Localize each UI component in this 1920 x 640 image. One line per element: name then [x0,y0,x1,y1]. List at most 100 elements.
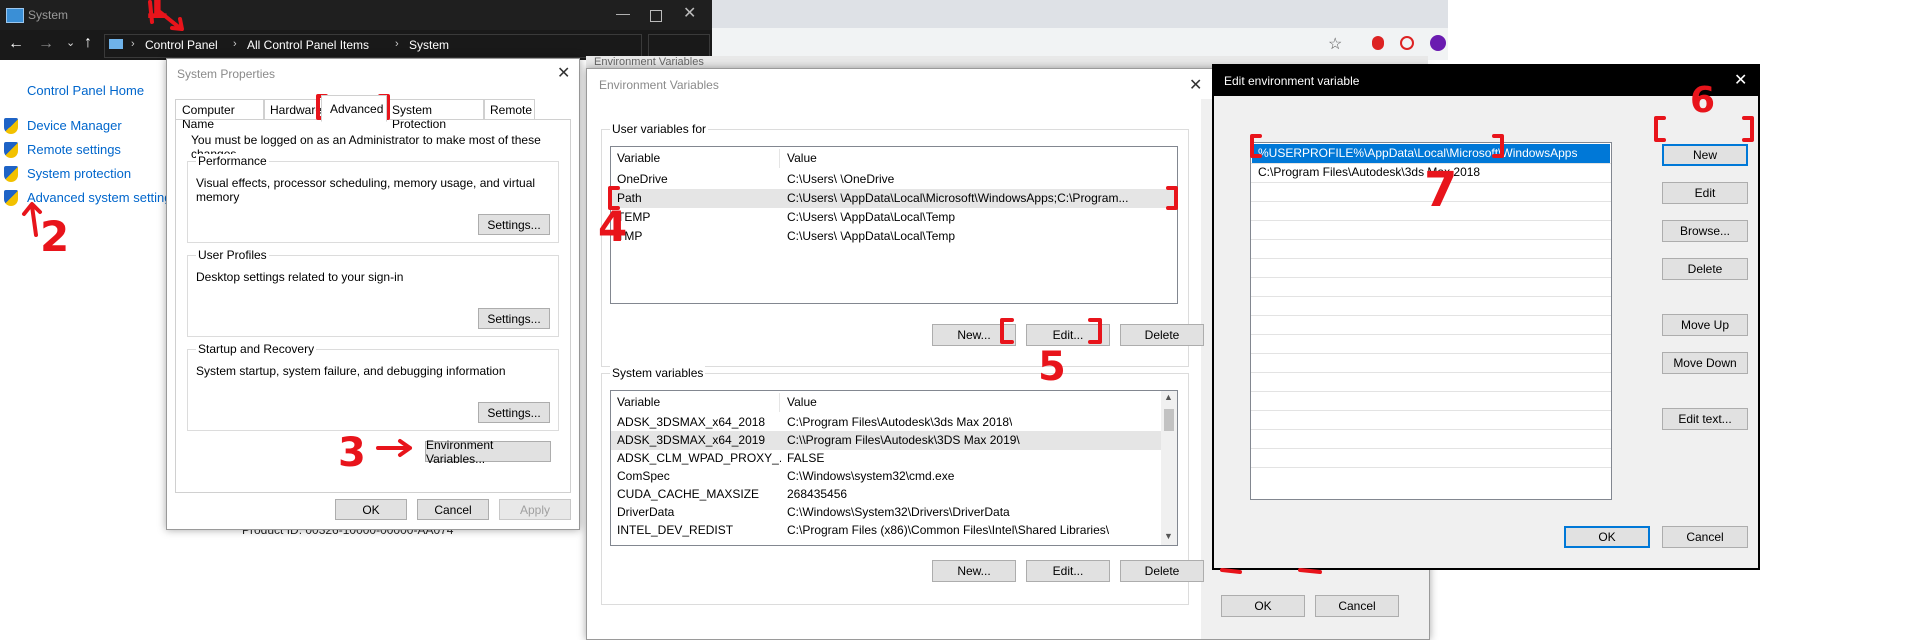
row-value: 268435456 [787,487,848,501]
performance-group: Performance Visual effects, processor sc… [187,154,559,243]
grid-line [1251,220,1611,221]
tab-hardware[interactable]: Hardware [263,99,323,120]
table-row[interactable]: ADSK_3DSMAX_x64_2018 C:\Program Files\Aut… [611,413,1161,432]
profile-avatar[interactable] [1430,35,1446,51]
maximize-icon[interactable] [650,10,662,22]
group-desc: Visual effects, processor scheduling, me… [196,176,536,204]
table-row[interactable]: INTEL_DEV_REDIST C:\Program Files (x86)\C… [611,521,1161,540]
list-item[interactable]: %USERPROFILE%\AppData\Local\Microsoft\Wi… [1252,144,1610,163]
grid-line [1251,467,1611,468]
system-properties-dialog: System Properties ✕ Computer Name Hardwa… [166,58,580,530]
row-name: ComSpec [617,469,670,483]
forward-arrow-icon[interactable]: → [38,35,54,53]
table-row[interactable]: ADSK_CLM_WPAD_PROXY_... FALSE [611,449,1161,468]
breadcrumb-sep-icon: › [395,38,399,50]
browse-button[interactable]: Browse... [1662,220,1748,242]
breadcrumb-system[interactable]: System [409,38,449,52]
apply-button[interactable]: Apply [499,499,571,520]
system-title: System [28,8,69,22]
computer-icon [109,39,123,49]
user-edit-button[interactable]: Edit... [1026,324,1110,346]
tab-advanced[interactable]: Advanced [321,95,387,122]
table-row[interactable]: CUDA_CACHE_MAXSIZE 268435456 [611,485,1161,504]
star-icon[interactable]: ☆ [1328,34,1342,54]
close-icon[interactable]: ✕ [683,3,696,23]
path-entries-list[interactable]: %USERPROFILE%\AppData\Local\Microsoft\Wi… [1250,142,1612,500]
grid-line [1251,258,1611,259]
search-input[interactable] [648,34,710,58]
close-icon[interactable]: ✕ [1189,75,1202,95]
system-variables-group: System variables Variable Value ADSK_3DS… [601,366,1204,605]
performance-settings-button[interactable]: Settings... [478,214,550,235]
tab-label: Advanced [330,102,384,116]
entry-text: %USERPROFILE%\AppData\Local\Microsoft\Wi… [1258,146,1578,160]
tab-label: Hardware [270,103,323,117]
sidebar-item-label: Remote settings [27,142,121,157]
scrollbar[interactable]: ▲ ▼ [1161,391,1177,545]
system-edit-button[interactable]: Edit... [1026,560,1110,582]
tab-computer-name[interactable]: Computer Name [175,99,265,131]
move-up-button[interactable]: Move Up [1662,314,1748,336]
user-new-button[interactable]: New... [932,324,1016,346]
sidebar-item-label: System protection [27,166,132,181]
list-item[interactable]: C:\Program Files\Autodesk\3ds Max 2018 [1252,163,1610,182]
user-profiles-group: User Profiles Desktop settings related t… [187,248,559,337]
breadcrumb-all-items[interactable]: All Control Panel Items [247,38,369,52]
cancel-button[interactable]: Cancel [1662,526,1748,548]
new-button[interactable]: New [1662,144,1748,166]
close-icon[interactable]: ✕ [1734,70,1747,90]
system-new-button[interactable]: New... [932,560,1016,582]
table-row[interactable]: DriverData C:\Windows\System32\Drivers\Dr… [611,503,1161,522]
up-arrow-icon[interactable]: ↑ [84,34,92,52]
extension-icon[interactable] [1372,36,1384,50]
browser-toolbar: ☆ [712,0,1448,60]
user-delete-button[interactable]: Delete [1120,324,1204,346]
user-variables-list[interactable]: Variable Value OneDrive C:\Users\ \OneDr… [610,146,1178,304]
grid-line [1251,315,1611,316]
row-value: C:\Windows\system32\cmd.exe [787,469,955,483]
back-arrow-icon[interactable]: ← [8,35,24,53]
ok-button[interactable]: OK [1221,595,1305,617]
tab-remote[interactable]: Remote [483,99,535,120]
cancel-button[interactable]: Cancel [417,499,489,520]
table-row[interactable]: TEMP C:\Users\ \AppData\Local\Temp [611,208,1177,227]
edit-env-variable-dialog: Edit environment variable ✕ %USERPROFILE… [1212,64,1760,570]
grid-line [1251,182,1611,183]
shield-icon [4,166,18,182]
environment-variables-button[interactable]: Environment Variables... [425,438,551,466]
group-desc: System startup, system failure, and debu… [196,364,506,378]
dialog-titlebar[interactable]: Edit environment variable ✕ [1214,66,1758,96]
scroll-thumb[interactable] [1164,409,1174,431]
sidebar-home-link[interactable]: Control Panel Home [27,83,144,98]
startup-settings-button[interactable]: Settings... [478,402,550,423]
cancel-button[interactable]: Cancel [1315,595,1399,617]
edit-button[interactable]: Edit [1662,182,1748,204]
minimize-icon[interactable]: — [616,5,630,21]
ok-button[interactable]: OK [335,499,407,520]
close-icon[interactable]: ✕ [557,63,570,83]
record-icon[interactable] [1400,36,1414,50]
table-row[interactable]: Path C:\Users\ \AppData\Local\Microsoft\… [611,189,1177,208]
row-value: C:\\Program Files\Autodesk\3DS Max 2019\ [787,433,1020,447]
delete-button[interactable]: Delete [1662,258,1748,280]
system-variables-list[interactable]: Variable Value ADSK_3DSMAX_x64_2018 C:\Pr… [610,390,1178,546]
system-titlebar[interactable]: System — ✕ [0,0,712,30]
breadcrumb-control-panel[interactable]: Control Panel [145,38,218,52]
grid-line [1251,296,1611,297]
move-down-button[interactable]: Move Down [1662,352,1748,374]
table-row[interactable]: ComSpec C:\Windows\system32\cmd.exe [611,467,1161,486]
scroll-down-icon[interactable]: ▼ [1164,531,1173,541]
edit-text-button[interactable]: Edit text... [1662,408,1748,430]
table-row[interactable]: OneDrive C:\Users\ \OneDrive [611,170,1177,189]
recent-chevron-icon[interactable]: ⌄ [66,36,75,49]
tab-system-protection[interactable]: System Protection [385,99,485,131]
scroll-up-icon[interactable]: ▲ [1164,392,1173,402]
row-value: C:\Program Files\Autodesk\3ds Max 2018\ [787,415,1013,429]
dialog-title: System Properties [177,67,276,81]
user-profiles-settings-button[interactable]: Settings... [478,308,550,329]
system-delete-button[interactable]: Delete [1120,560,1204,582]
col-variable: Variable [617,395,661,409]
table-row[interactable]: ADSK_3DSMAX_x64_2019 C:\\Program Files\Au… [611,431,1161,450]
ok-button[interactable]: OK [1564,526,1650,548]
table-row[interactable]: TMP C:\Users\ \AppData\Local\Temp [611,227,1177,246]
